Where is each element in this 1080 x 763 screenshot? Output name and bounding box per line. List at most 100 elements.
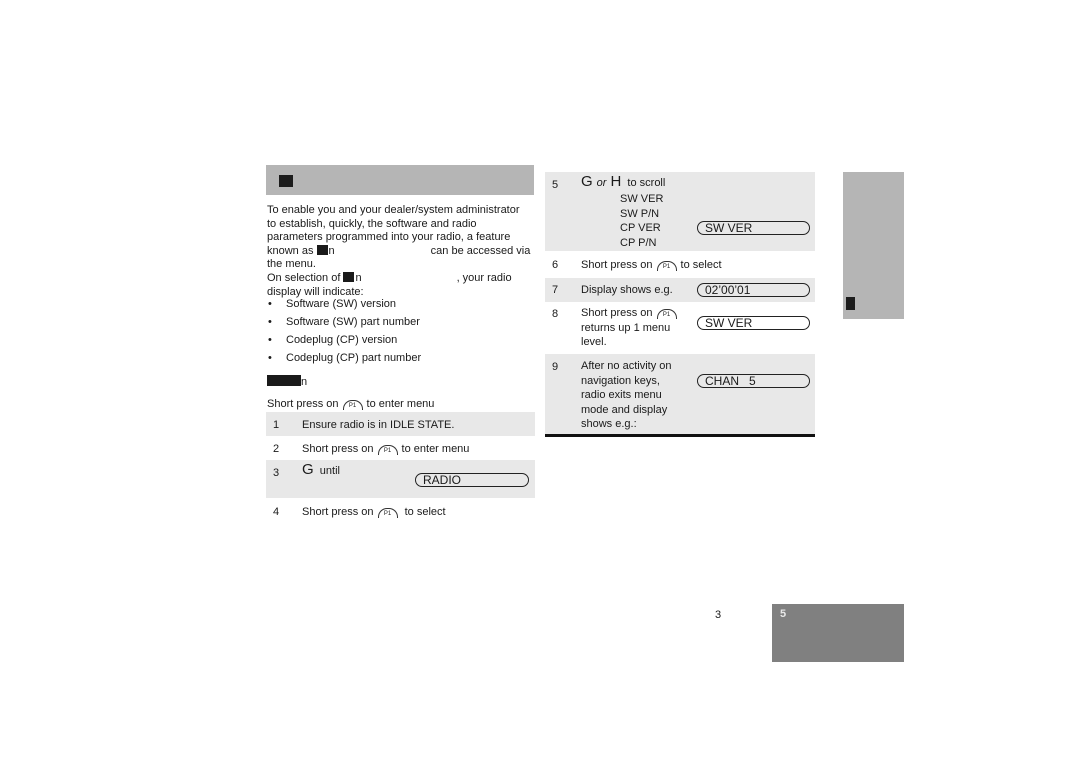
step-text-part: Short press on [581,259,653,271]
step-line: shows e.g.: [581,418,637,430]
footer-tab-label: 5 [780,608,787,620]
chapter-side-tab [843,172,904,319]
radio-display: SW VER [697,221,810,235]
step-text-part: to select [680,259,722,271]
page-number: 3 [715,609,722,621]
step-line: Short press on P1 [581,306,681,321]
bullet-icon: • [268,316,272,328]
step-line: level. [581,336,607,348]
step-row: 1 Ensure radio is in IDLE STATE. [266,412,535,436]
step-row: 4 Short press on P1 to select [266,498,535,522]
intro-text: , your radio [456,271,512,284]
section-header [266,165,534,195]
step-text: Display shows e.g. [581,284,673,296]
menu-option: SW P/N [620,207,660,220]
menu-option: CP P/N [620,236,657,249]
radio-display: RADIO [415,473,529,487]
p1-key-icon: P1 [656,309,677,319]
list-item-text: Codeplug (CP) part number [286,352,422,364]
step-line: mode and display [581,403,668,416]
step-text: After no activity on navigation keys, ra… [581,359,672,432]
p1-key-icon: P1 [377,445,398,455]
step-number: 8 [552,308,559,320]
indication-list: • Software (SW) version • Software (SW) pa… [267,298,537,370]
intro-line: To enable you and your dealer/system adm… [267,204,520,216]
list-item-text: Software (SW) part number [286,316,420,328]
step-text: G until [302,461,340,478]
step-text-part: to enter menu [401,443,470,455]
step-text: Gor H to scroll [581,173,666,190]
step-number: 2 [273,443,280,455]
bullet-icon: • [268,298,272,310]
display-text: SW VER [705,221,753,235]
intro-text: can be accessed via [430,244,531,257]
p1-key-icon: P1 [656,261,677,271]
intro-line: the menu. [267,258,316,271]
procedure-text: Short press on [267,398,339,410]
procedure-intro: Short press on P1 to enter menu [267,398,434,411]
chapter-label-redacted [846,297,855,310]
feature-name-redacted [316,244,328,255]
step-row: 3 G until RADIO [266,460,535,498]
step-row: 7 Display shows e.g. 02’00’01 [545,278,815,302]
intro-paragraph: To enable you and your dealer/system adm… [267,204,537,299]
step-text-part: Short press on [302,443,374,455]
section-title-redacted [279,175,293,187]
up-key-icon: H [610,173,622,190]
display-text: CHAN 5 [705,374,756,388]
step-number: 3 [273,467,280,479]
p1-key-icon: P1 [342,400,363,410]
list-item: • Software (SW) version [267,298,537,316]
step-row: 8 Short press on P1 returns up 1 menu lev… [545,302,815,354]
list-item: • Codeplug (CP) part number [267,352,537,370]
subheading-redacted [267,375,301,386]
radio-display: SW VER [697,316,810,330]
down-key-icon: G [581,173,593,190]
list-item-text: Codeplug (CP) version [286,334,398,346]
intro-line: On selection of n, your radio [267,271,512,284]
step-line: After no activity on [581,360,672,372]
display-text: SW VER [705,316,753,330]
intro-text: known as [267,244,314,257]
step-text-part: or [596,177,607,189]
step-text-part: to scroll [627,177,666,189]
procedure-text: to enter menu [366,398,435,410]
display-text: RADIO [423,473,462,487]
list-item: • Software (SW) part number [267,316,537,334]
list-item-text: Software (SW) version [286,298,397,310]
procedure-subheading: n [267,375,307,388]
step-text-part: until [319,465,340,477]
step-number: 6 [552,259,559,271]
step-row: 2 Short press on P1 to enter menu [266,436,535,460]
step-text-part: to select [404,506,446,518]
table-end-rule [545,434,815,437]
step-number: 9 [552,361,559,373]
step-text: Short press on P1 returns up 1 menu level… [581,306,681,350]
intro-line: parameters programmed into your radio, a… [267,231,511,244]
list-item: • Codeplug (CP) version [267,334,537,352]
footer-tab: 5 [772,604,904,662]
step-row: 9 After no activity on navigation keys, … [545,354,815,434]
bullet-icon: • [268,352,272,364]
intro-text: On selection of [267,271,341,284]
down-key-icon: G [302,461,314,478]
step-text: Short press on P1 to select [581,258,722,272]
bullet-icon: • [268,334,272,346]
step-text: Short press on P1 to select [302,505,446,519]
step-number: 5 [552,179,559,191]
step-number: 7 [552,284,559,296]
menu-option: SW VER [620,193,664,205]
step-text-part: Short press on [581,307,653,319]
step-number: 1 [273,419,280,431]
step-number: 4 [273,506,280,518]
step-line: navigation keys, [581,374,660,387]
scroll-options: SW VER SW P/N CP VER CP P/N [620,192,663,250]
intro-line: known as n can be accessed via [267,244,531,257]
step-text: Short press on P1 to enter menu [302,442,469,456]
display-text: 02’00’01 [705,283,751,297]
step-line: radio exits menu [581,389,662,401]
step-text: Ensure radio is in IDLE STATE. [302,419,455,431]
feature-name-redacted [343,271,355,282]
menu-option: CP VER [620,222,661,234]
step-line: returns up 1 menu [581,321,671,334]
